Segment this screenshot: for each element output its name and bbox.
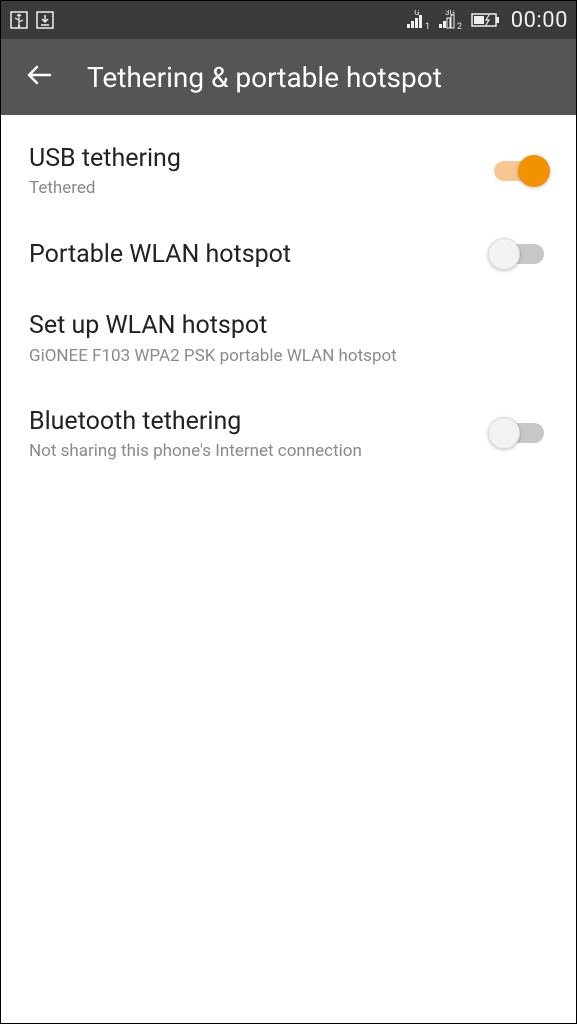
portable-wlan-hotspot-title: Portable WLAN hotspot	[29, 239, 490, 270]
bluetooth-tethering-subtitle: Not sharing this phone's Internet connec…	[29, 441, 490, 461]
usb-tethering-title: USB tethering	[29, 143, 490, 174]
bluetooth-tethering-row[interactable]: Bluetooth tethering Not sharing this pho…	[1, 386, 576, 481]
usb-tethering-subtitle: Tethered	[29, 178, 490, 198]
download-icon	[35, 10, 55, 30]
back-arrow-icon	[24, 60, 54, 94]
back-button[interactable]	[19, 57, 59, 97]
bluetooth-tethering-title: Bluetooth tethering	[29, 406, 490, 437]
settings-list: USB tethering Tethered Portable WLAN hot…	[1, 115, 576, 1023]
battery-icon	[471, 12, 501, 28]
svg-text:1: 1	[425, 22, 430, 30]
page-title: Tethering & portable hotspot	[87, 61, 442, 94]
portable-wlan-hotspot-row[interactable]: Portable WLAN hotspot	[1, 218, 576, 290]
usb-tethering-toggle[interactable]	[490, 155, 548, 187]
status-clock: 00:00	[511, 8, 568, 33]
setup-wlan-hotspot-title: Set up WLAN hotspot	[29, 310, 548, 341]
signal-2-icon: 3G 2	[437, 10, 465, 30]
status-bar: G 1 3G 2	[1, 1, 576, 39]
bluetooth-tethering-toggle[interactable]	[490, 417, 548, 449]
usb-icon	[9, 10, 29, 30]
svg-text:G: G	[414, 10, 419, 17]
header-bar: Tethering & portable hotspot	[1, 39, 576, 115]
svg-text:3G: 3G	[445, 10, 455, 17]
svg-text:2: 2	[457, 22, 462, 30]
portable-wlan-hotspot-toggle[interactable]	[490, 238, 548, 270]
usb-tethering-row[interactable]: USB tethering Tethered	[1, 123, 576, 218]
setup-wlan-hotspot-subtitle: GiONEE F103 WPA2 PSK portable WLAN hotsp…	[29, 346, 548, 366]
setup-wlan-hotspot-row[interactable]: Set up WLAN hotspot GiONEE F103 WPA2 PSK…	[1, 290, 576, 385]
signal-1-icon: G 1	[405, 10, 431, 30]
